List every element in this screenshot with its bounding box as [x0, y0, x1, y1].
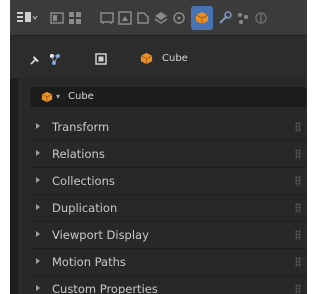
drag-handle-icon[interactable]: [295, 284, 301, 294]
properties-header: [10, 0, 307, 36]
editor-type-icon[interactable]: [16, 11, 38, 25]
expand-arrow-icon: [36, 231, 40, 237]
section-transform[interactable]: Transform: [30, 114, 307, 141]
expand-arrow-icon: [36, 150, 40, 156]
view-icon[interactable]: [50, 11, 64, 25]
physics-icon[interactable]: [254, 11, 268, 25]
expand-arrow-icon: [36, 177, 40, 183]
pin-icon[interactable]: [28, 53, 42, 67]
object-properties-icon: [195, 12, 209, 24]
expand-arrow-icon: [36, 258, 40, 264]
cube-icon: [41, 91, 53, 103]
section-label: Viewport Display: [52, 228, 149, 242]
cube-icon: [140, 52, 153, 65]
section-label: Custom Properties: [52, 282, 158, 294]
section-label: Duplication: [52, 201, 118, 215]
expand-arrow-icon: [36, 285, 40, 291]
object-name-value[interactable]: Cube: [68, 91, 94, 103]
view-layer-icon[interactable]: [154, 11, 168, 25]
drag-handle-icon[interactable]: [295, 176, 301, 186]
drag-handle-icon[interactable]: [295, 122, 301, 132]
expand-arrow-icon: [36, 123, 40, 129]
drag-handle-icon[interactable]: [295, 257, 301, 267]
context-breadcrumb: [10, 36, 307, 78]
properties-editor: Cube ▾ Cube Transform Relations Collecti…: [10, 0, 307, 294]
drag-handle-icon[interactable]: [295, 230, 301, 240]
property-sections: Transform Relations Collections Duplicat…: [30, 114, 307, 294]
drag-handle-icon[interactable]: [295, 149, 301, 159]
section-collections[interactable]: Collections: [30, 168, 307, 195]
section-motion-paths[interactable]: Motion Paths: [30, 249, 307, 276]
object-properties-tab[interactable]: [191, 6, 213, 30]
scene-collection-icon: [50, 54, 60, 65]
grid-icon[interactable]: [68, 11, 82, 25]
breadcrumb-object-label: Cube: [162, 53, 188, 64]
section-viewport-display[interactable]: Viewport Display: [30, 222, 307, 249]
output-icon[interactable]: [136, 11, 150, 25]
section-label: Relations: [52, 147, 105, 161]
drag-handle-icon[interactable]: [295, 203, 301, 213]
chevron-down-icon[interactable]: ▾: [56, 93, 60, 101]
scene-icon[interactable]: [172, 11, 186, 25]
section-label: Collections: [52, 174, 115, 188]
expand-arrow-icon: [36, 204, 40, 210]
section-label: Transform: [52, 120, 110, 134]
particles-icon[interactable]: [236, 11, 250, 25]
render-icon[interactable]: [118, 11, 132, 25]
modifiers-icon[interactable]: [218, 11, 232, 25]
tool-icon[interactable]: [100, 11, 114, 25]
section-relations[interactable]: Relations: [30, 141, 307, 168]
object-name-field[interactable]: ▾ Cube: [30, 87, 306, 107]
object-data-icon: [95, 53, 107, 65]
section-duplication[interactable]: Duplication: [30, 195, 307, 222]
section-label: Motion Paths: [52, 255, 126, 269]
section-custom-properties[interactable]: Custom Properties: [30, 276, 307, 294]
